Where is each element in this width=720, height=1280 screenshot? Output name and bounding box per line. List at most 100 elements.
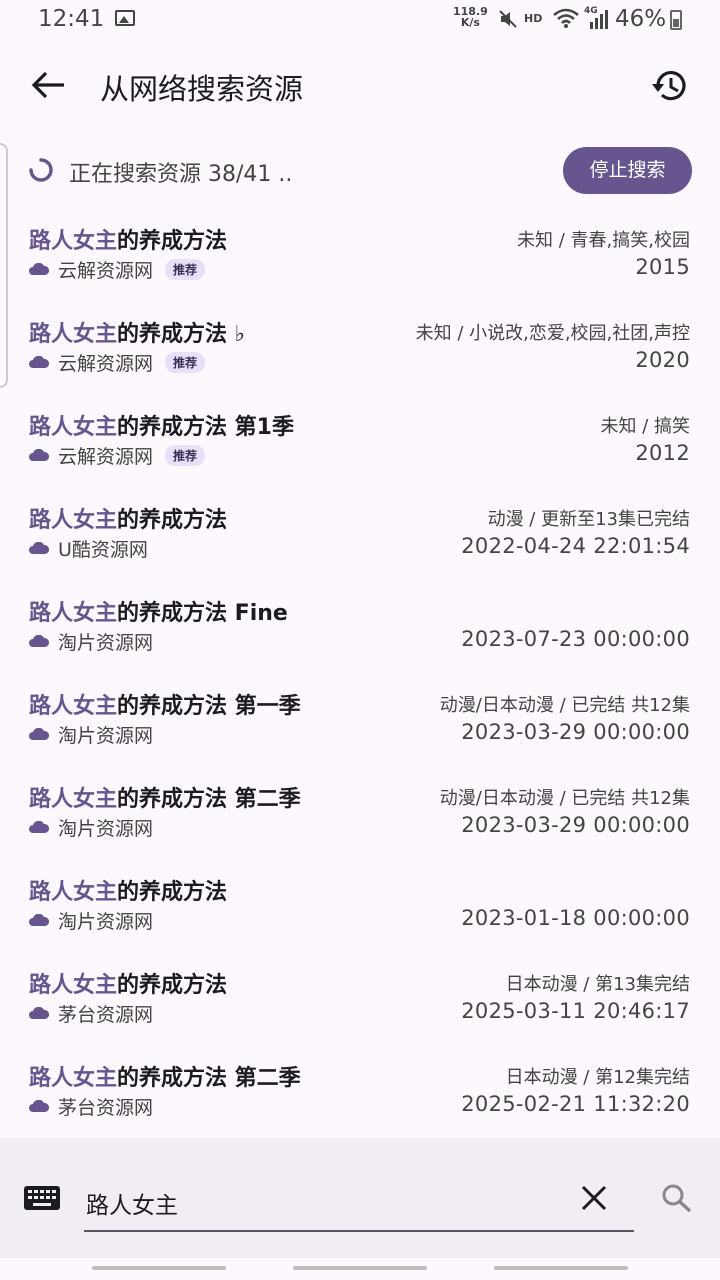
nav-handle-right[interactable] [494,1266,628,1270]
result-source: 淘片资源网 [29,908,154,933]
source-name: 云解资源网 [58,259,154,282]
search-icon[interactable] [660,1182,694,1214]
cloud-icon [29,635,49,647]
result-category: 未知 / 搞笑 [600,416,690,437]
cloud-icon [29,356,49,368]
result-date: 2020 [635,348,690,372]
signal-icon [590,10,608,29]
result-source: 云解资源网 推荐 [29,443,206,468]
search-bar [0,1138,720,1258]
result-title-keyword: 路人女主 [29,229,118,254]
recommend-badge: 推荐 [165,258,206,280]
result-source: 茅台资源网 [29,1001,153,1026]
result-title-keyword: 路人女主 [29,880,118,905]
recommend-badge: 推荐 [165,444,206,466]
history-icon[interactable] [648,64,694,108]
status-bar: 12:41 118.9 K/s HD 4G 46% [0,0,720,40]
list-item[interactable]: 路人女主的养成方法 茅台资源网 日本动漫 / 第13集完结 2025-03-11 20… [0,952,720,1045]
stop-search-button[interactable]: 停止搜索 [563,147,692,194]
source-name: 淘片资源网 [58,724,154,747]
result-title-keyword: 路人女主 [29,508,118,533]
result-title-keyword: 路人女主 [29,322,118,347]
nav-handle-left[interactable] [92,1266,226,1270]
search-progress: 正在搜索资源 38/41 .. 停止搜索 [0,140,720,200]
cloud-icon [29,449,49,461]
keyboard-icon[interactable] [24,1186,60,1210]
list-item[interactable]: 路人女主的养成方法淘片资源网 2023-01-18 00:00:00 [0,859,720,952]
status-time: 12:41 [38,6,105,32]
navigation-bar [0,1258,720,1280]
nav-handle-center[interactable] [293,1266,427,1270]
result-title-rest: 的养成方法 [117,880,228,905]
app-bar: 从网络搜索资源 [0,50,720,120]
cloud-icon [29,914,49,926]
cloud-icon [29,1007,49,1019]
result-title-rest: 的养成方法 第二季 [117,1066,301,1091]
result-source: 淘片资源网 [29,722,154,747]
result-category: 动漫/日本动漫 / 已完结 共12集 [439,695,690,716]
result-source: 云解资源网 推荐 [29,257,206,282]
cloud-icon [29,263,49,275]
result-title-keyword: 路人女主 [29,787,118,812]
battery-level: 46% [615,6,667,32]
list-item[interactable]: 路人女主的养成方法 ♭ 云解资源网 推荐 未知 / 小说改,恋爱,校园,社团,声控 20… [0,301,720,394]
result-date: 2022-04-24 22:01:54 [461,534,690,558]
result-title-rest: 的养成方法 Fine [117,601,288,626]
recommend-badge: 推荐 [165,351,206,373]
network-speed-unit: K/s [460,16,480,29]
back-arrow-icon[interactable] [26,64,72,106]
search-input[interactable] [84,1176,634,1232]
source-name: 淘片资源网 [58,631,154,654]
result-source: 茅台资源网 [29,1094,153,1119]
image-notification-icon [115,10,135,26]
result-title: 路人女主的养成方法 [29,874,227,906]
close-icon[interactable] [580,1184,608,1212]
result-date: 2025-03-11 20:46:17 [461,999,690,1023]
source-name: 淘片资源网 [58,910,154,933]
source-name: 淘片资源网 [58,817,154,840]
result-title: 路人女主的养成方法 [29,967,227,999]
wifi-icon [553,8,579,28]
result-date: 2025-02-21 11:32:20 [461,1092,690,1116]
list-item[interactable]: 路人女主的养成方法 Fine 淘片资源网 2023-07-23 00:00:00 [0,580,720,673]
result-title: 路人女主的养成方法 第1季 [29,409,294,441]
result-date: 2023-01-18 00:00:00 [461,906,690,930]
list-item[interactable]: 路人女主的养成方法 第二季 淘片资源网 动漫/日本动漫 / 已完结 共12集 2023… [0,766,720,859]
result-title: 路人女主的养成方法 第二季 [29,1060,301,1092]
result-list: 路人女主的养成方法 云解资源网 推荐 未知 / 青春,搞笑,校园 2015 路人女主的养成… [0,208,720,1138]
result-title-rest: 的养成方法 [117,229,228,254]
list-item[interactable]: 路人女主的养成方法 第二季 茅台资源网 日本动漫 / 第12集完结 2025-02-2… [0,1045,720,1138]
result-source: U酷资源网 [29,536,148,561]
result-source: 云解资源网 推荐 [29,350,206,375]
battery-icon [670,10,682,30]
cloud-icon [29,821,49,833]
result-title: 路人女主的养成方法 [29,502,227,534]
list-item[interactable]: 路人女主的养成方法 U酷资源网 动漫 / 更新至13集已完结 2022-04-24 2… [0,487,720,580]
result-category: 未知 / 青春,搞笑,校园 [517,230,690,251]
page-title: 从网络搜索资源 [100,72,304,106]
result-title-keyword: 路人女主 [29,1066,118,1091]
result-title: 路人女主的养成方法 第二季 [29,781,301,813]
list-item[interactable]: 路人女主的养成方法云解资源网 推荐 未知 / 青春,搞笑,校园 2015 [0,208,720,301]
source-name: 云解资源网 [58,445,154,468]
list-item[interactable]: 路人女主的养成方法 第一季 淘片资源网 动漫/日本动漫 / 已完结 共12集 2023… [0,673,720,766]
result-date: 2015 [635,255,690,279]
list-item[interactable]: 路人女主的养成方法 第1季 云解资源网 推荐 未知 / 搞笑 2012 [0,394,720,487]
cloud-icon [29,728,49,740]
result-title: 路人女主的养成方法 Fine [29,595,288,627]
result-category: 日本动漫 / 第12集完结 [505,1067,690,1088]
result-date: 2012 [635,441,690,465]
result-title-rest: 的养成方法 ♭ [117,322,246,347]
cloud-icon [29,542,49,554]
cloud-icon [29,1100,49,1112]
result-title-keyword: 路人女主 [29,415,118,440]
progress-text: 正在搜索资源 38/41 .. [69,162,293,187]
result-title: 路人女主的养成方法 ♭ [29,316,245,348]
hd-indicator: HD [524,12,543,25]
result-title-keyword: 路人女主 [29,694,118,719]
source-name: U酷资源网 [58,538,148,561]
network-speed: 118.9 K/s [453,6,488,28]
result-title-keyword: 路人女主 [29,973,118,998]
result-category: 动漫/日本动漫 / 已完结 共12集 [439,788,690,809]
loading-spinner-icon [29,158,53,182]
